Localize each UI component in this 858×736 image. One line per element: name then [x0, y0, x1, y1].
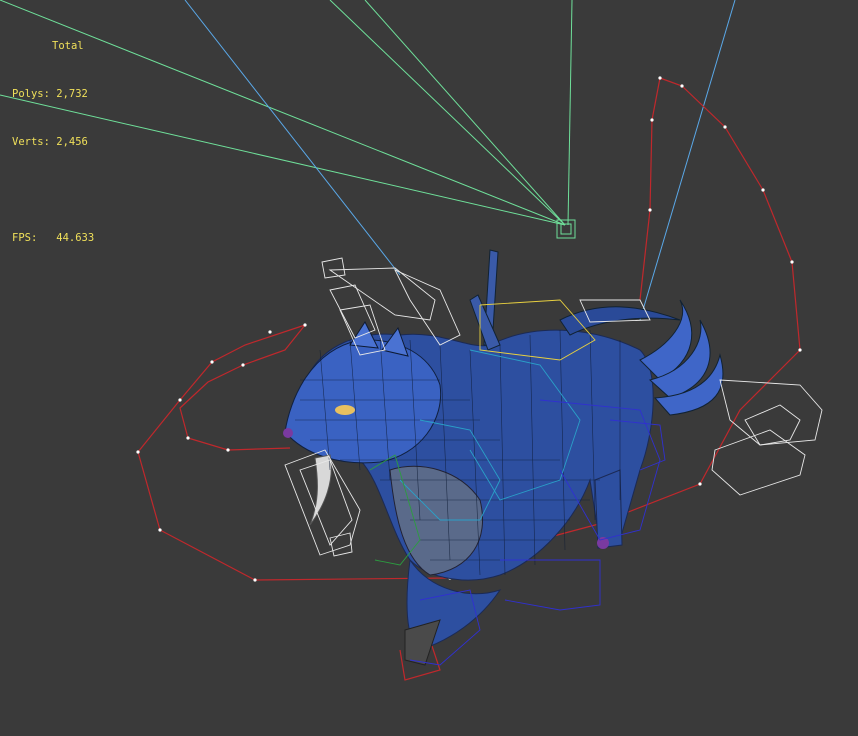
- creature-model-icon[interactable]: [283, 249, 724, 666]
- light-gizmo-icon[interactable]: [0, 0, 736, 321]
- scene-render: [0, 0, 823, 681]
- 3d-viewport[interactable]: Total Polys: 2,732 Verts: 2,456 FPS: 44.…: [0, 0, 858, 736]
